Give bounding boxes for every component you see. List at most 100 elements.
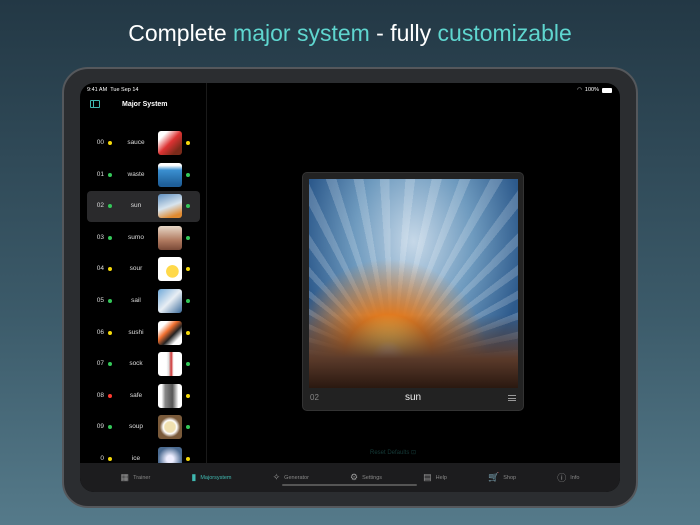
tab-info[interactable]: ⓘ Info [557, 471, 579, 484]
item-thumbnail [158, 257, 182, 282]
status-dot [186, 299, 190, 303]
headline-accent: customizable [437, 20, 572, 46]
help-icon: ▤ [423, 472, 432, 482]
status-dot [186, 330, 190, 335]
item-number: 05 [96, 297, 104, 304]
list-item[interactable]: 01 waste [87, 160, 200, 191]
tab-help[interactable]: ▤ Help [423, 472, 447, 483]
headline: Complete major system - fully customizab… [0, 20, 700, 47]
status-dot [186, 204, 190, 209]
status-dot [108, 393, 112, 398]
tab-generator[interactable]: ✧ Generator [273, 472, 309, 483]
list-item[interactable]: 08 safe [87, 381, 200, 412]
detail-image[interactable] [309, 179, 518, 388]
list-item[interactable]: 04 sour [87, 254, 200, 285]
item-number: 03 [96, 233, 104, 241]
item-word: safe [129, 391, 143, 399]
list-item[interactable]: 06 sushi [87, 318, 200, 349]
detail-card: 02 sun [302, 172, 524, 411]
majorsystem-icon: ▮ [191, 472, 197, 482]
shop-icon: 🛒 [488, 472, 500, 482]
item-thumbnail [158, 352, 182, 377]
list-item[interactable]: 07 sock [87, 349, 200, 380]
tab-label: Settings [362, 474, 382, 481]
status-dot [108, 267, 112, 272]
tab-shop[interactable]: 🛒 Shop [488, 472, 516, 483]
status-dot [108, 299, 112, 303]
item-thumbnail [158, 162, 182, 187]
item-number: 02 [96, 202, 104, 210]
status-dot [186, 141, 190, 145]
sidebar-toggle-icon[interactable] [90, 100, 100, 108]
item-thumbnail [158, 225, 182, 250]
battery-percent: 100% [584, 87, 599, 93]
reset-label: Reset Defaults [370, 450, 410, 456]
status-dot [186, 393, 190, 398]
status-dot [108, 141, 112, 145]
status-dot [108, 457, 112, 461]
reset-defaults-button[interactable]: Reset Defaults ⊡ [370, 449, 416, 456]
item-number: 04 [96, 265, 104, 273]
item-number: 06 [96, 328, 104, 336]
item-thumbnail [158, 320, 182, 345]
status-dot [108, 204, 112, 209]
list-item[interactable]: 09 soup [87, 412, 200, 443]
status-dot [108, 330, 112, 335]
headline-text: Complete [128, 20, 234, 46]
tab-label: Generator [284, 474, 309, 481]
headline-text: - fully [369, 20, 438, 46]
item-number: 07 [96, 360, 104, 368]
list-item[interactable]: 02 sun [87, 191, 200, 223]
settings-icon: ⚙ [350, 472, 359, 482]
tab-majorsystem[interactable]: ▮ Majorsystem [191, 472, 231, 483]
item-word: sushi [128, 328, 144, 336]
item-word: sock [129, 360, 143, 368]
status-dot [108, 425, 112, 430]
generator-icon: ✧ [272, 472, 281, 482]
tab-label: Majorsystem [200, 474, 232, 481]
reset-icon: ⊡ [411, 450, 417, 456]
tab-label: Help [435, 474, 447, 481]
trainer-icon: ▦ [120, 472, 130, 482]
status-dot [108, 235, 112, 240]
list-icon[interactable] [508, 395, 516, 401]
app-screen: 9:41 AM Tue Sep 14 ◠ 100% Major System 00… [80, 83, 620, 492]
wifi-icon: ◠ [577, 87, 582, 93]
status-dot [186, 235, 190, 240]
status-right: ◠ 100% [577, 87, 612, 93]
tab-label: Shop [503, 474, 517, 481]
item-number: 00 [96, 139, 104, 146]
tab-label: Info [570, 474, 580, 481]
battery-icon [602, 87, 612, 93]
item-thumbnail [158, 131, 182, 155]
tab-trainer[interactable]: ▦ Trainer [121, 472, 151, 483]
item-word: ice [131, 455, 141, 462]
item-word: sumo [128, 233, 144, 241]
home-indicator [282, 484, 417, 486]
status-dot [108, 172, 112, 177]
sidebar-title: Major System [122, 101, 168, 108]
status-dot [186, 425, 190, 430]
item-thumbnail [158, 415, 182, 440]
item-thumbnail [158, 289, 182, 313]
list-item[interactable]: 03 sumo [87, 223, 200, 254]
item-number: 01 [96, 170, 104, 178]
item-number: 09 [96, 423, 104, 431]
tab-settings[interactable]: ⚙ Settings [350, 472, 382, 483]
list-item[interactable]: 00 sauce [87, 128, 200, 159]
item-number: 08 [96, 391, 104, 399]
info-icon: ⓘ [557, 473, 567, 483]
sidebar: Major System 00 sauce 01 waste 02 sun 03… [80, 83, 207, 471]
status-dot [186, 172, 190, 177]
item-word: sun [130, 202, 142, 210]
item-word: sail [131, 297, 141, 304]
tab-label: Trainer [133, 474, 151, 481]
item-thumbnail [158, 194, 182, 219]
status-dot [186, 457, 190, 461]
item-word: sauce [127, 139, 145, 146]
item-word: sour [129, 265, 143, 273]
item-word: waste [127, 170, 145, 178]
status-dot [186, 362, 190, 367]
item-thumbnail [158, 383, 182, 408]
list-item[interactable]: 05 sail [87, 286, 200, 317]
